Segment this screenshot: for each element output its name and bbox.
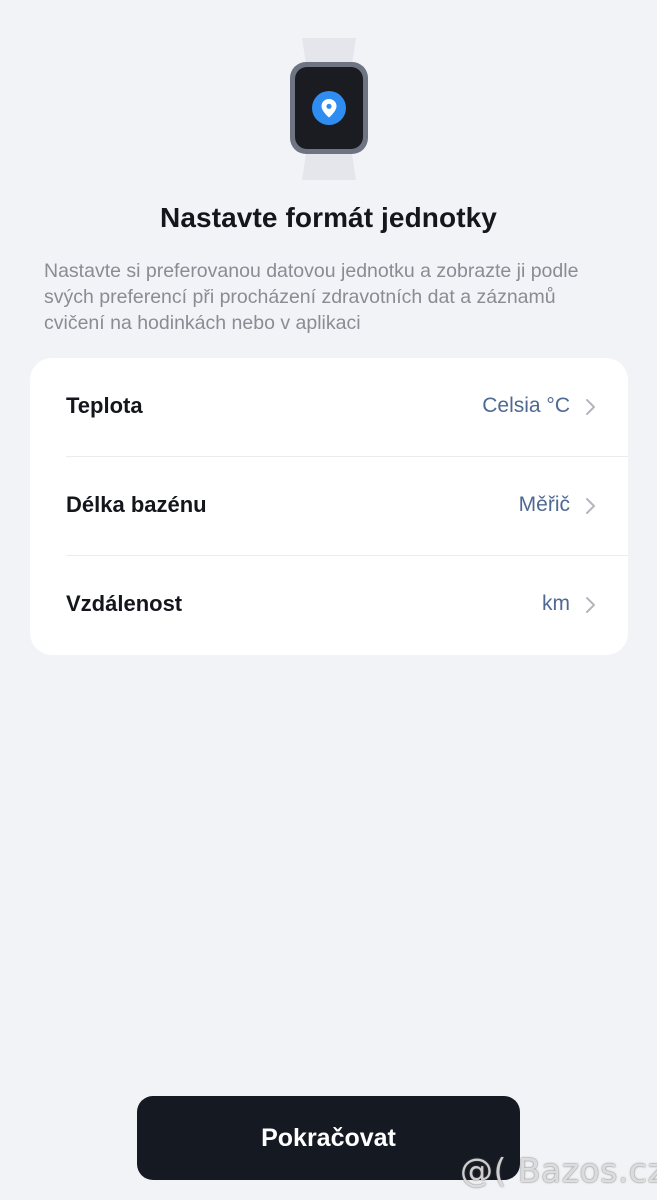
setting-value: Měřič xyxy=(518,493,570,516)
setting-row-pool-length[interactable]: Délka bazénu Měřič xyxy=(30,457,628,556)
setting-label: Teplota xyxy=(66,393,143,418)
setting-value: Celsia °C xyxy=(482,394,570,417)
setting-row-temperature[interactable]: Teplota Celsia °C xyxy=(30,358,628,457)
setting-label: Délka bazénu xyxy=(66,492,207,517)
setting-value: km xyxy=(542,592,570,615)
setting-label: Vzdálenost xyxy=(66,591,183,616)
watermark: @( Bazos.cz xyxy=(460,1150,657,1190)
smartwatch-icon xyxy=(290,38,368,180)
unit-settings-card: Teplota Celsia °C Délka bazénu Měřič Vzd… xyxy=(30,358,628,655)
chevron-right-icon xyxy=(586,399,595,415)
setting-row-distance[interactable]: Vzdálenost km xyxy=(30,556,628,655)
page-description: Nastavte si preferovanou datovou jednotk… xyxy=(44,260,579,334)
chevron-right-icon xyxy=(586,498,595,514)
page-title: Nastavte formát jednotky xyxy=(160,202,497,233)
chevron-right-icon xyxy=(586,597,595,613)
